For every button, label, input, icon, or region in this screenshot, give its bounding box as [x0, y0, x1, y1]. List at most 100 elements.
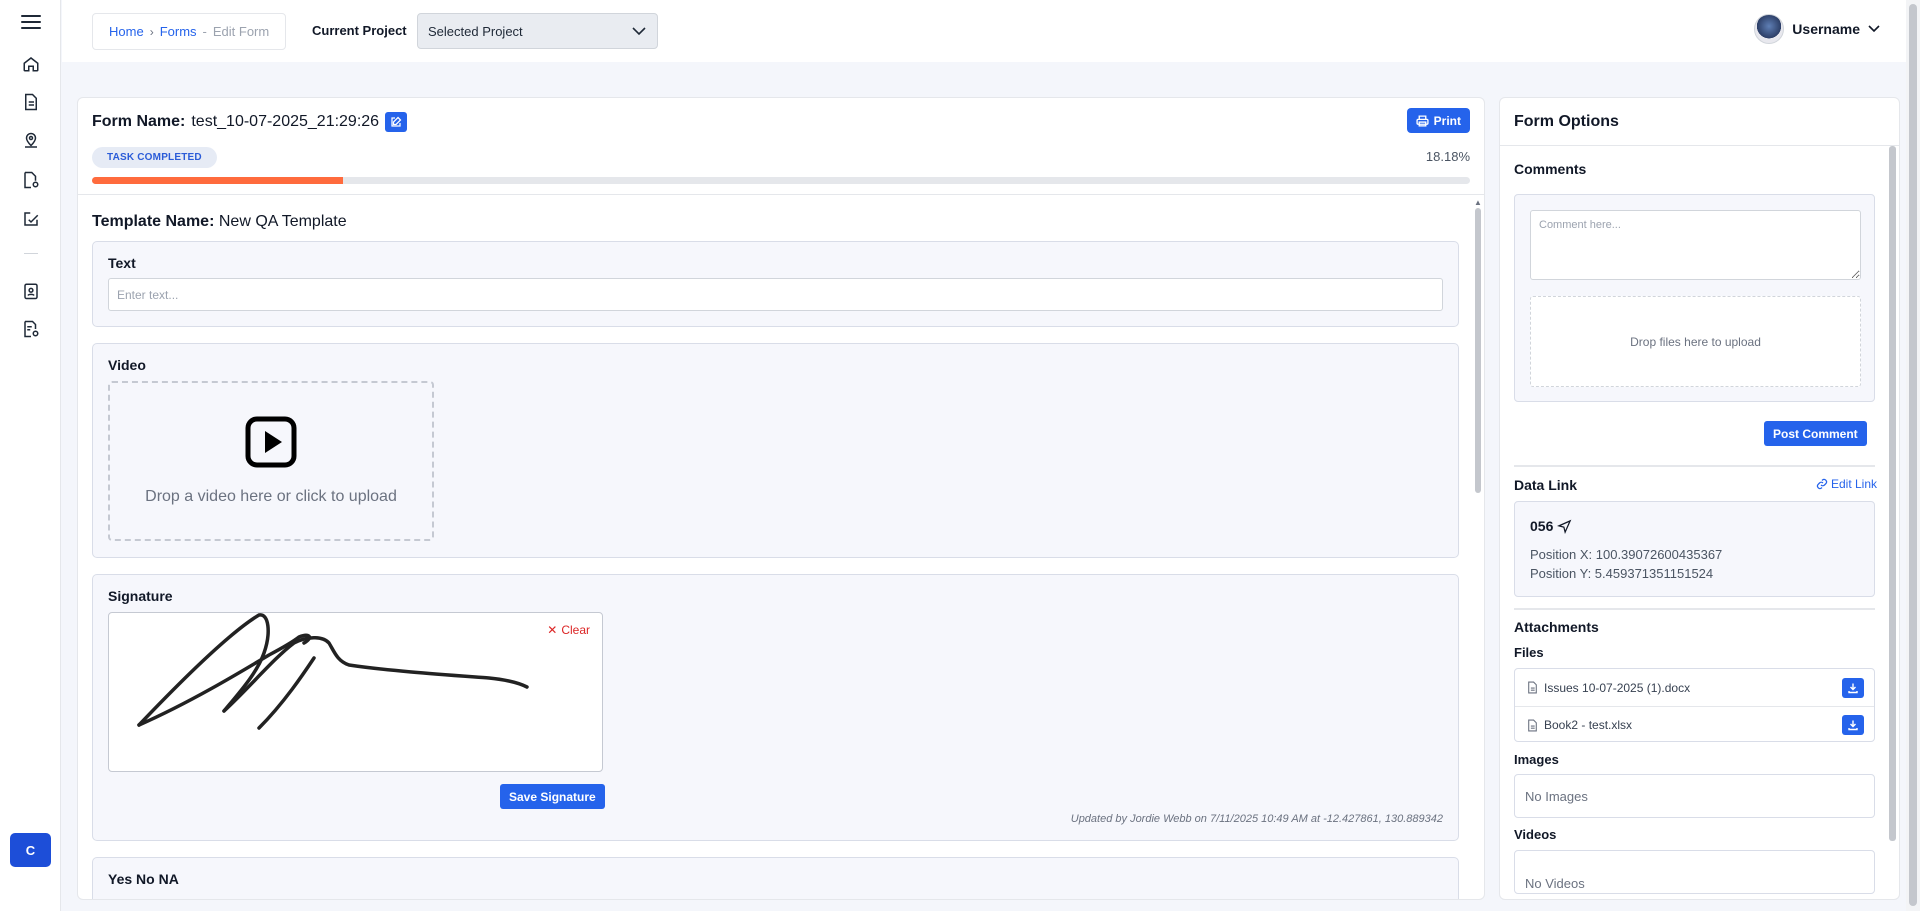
form-card: Form Name: test_10-07-2025_21:29:26 Prin…	[77, 97, 1485, 900]
document-icon[interactable]	[19, 90, 43, 114]
signature-updated-info: Updated by Jordie Webb on 7/11/2025 10:4…	[1070, 813, 1443, 825]
data-link-card: 056 Position X: 100.39072600435367 Posit…	[1514, 501, 1875, 597]
file-name: Book2 - test.xlsx	[1544, 718, 1633, 732]
signature-field-section: Signature ✕ Clear Save Signature Updated…	[92, 574, 1459, 841]
signature-pad[interactable]: ✕ Clear	[108, 612, 603, 772]
user-avatar	[1754, 14, 1785, 44]
template-name: Template Name: New QA Template	[92, 213, 347, 231]
printer-icon	[1416, 114, 1429, 127]
options-scrollbar-thumb[interactable]	[1889, 146, 1896, 841]
close-icon: ✕	[547, 623, 558, 637]
breadcrumb-current: Edit Form	[212, 24, 270, 39]
yes-no-na-label: Yes No NA	[108, 871, 179, 887]
progress-percent: 18.18%	[1425, 149, 1470, 164]
comment-file-dropzone[interactable]: Drop files here to upload	[1530, 296, 1861, 387]
card-divider	[78, 194, 1484, 195]
breadcrumb: Home › Forms - Edit Form	[92, 13, 287, 50]
download-icon	[1848, 683, 1858, 693]
status-badge: TASK COMPLETED	[92, 147, 217, 168]
data-link-id-text: 056	[1530, 518, 1554, 534]
comment-composer: Drop files here to upload	[1514, 194, 1875, 402]
yes-no-na-field-section: Yes No NA	[92, 857, 1459, 899]
user-menu[interactable]: Username	[1754, 14, 1880, 44]
edit-icon	[391, 116, 402, 127]
post-comment-button[interactable]: Post Comment	[1764, 421, 1867, 446]
images-heading: Images	[1514, 752, 1559, 767]
edit-link-label: Edit Link	[1830, 477, 1877, 491]
text-field-label: Text	[108, 255, 136, 271]
video-dropzone[interactable]: Drop a video here or click to upload	[108, 381, 434, 541]
template-name-label: Template Name:	[92, 213, 215, 230]
file-name: Issues 10-07-2025 (1).docx	[1544, 680, 1691, 695]
position-y: Position Y: 5.459371351151524	[1530, 566, 1714, 581]
edit-check-icon[interactable]	[19, 207, 43, 231]
chevron-right-icon: ›	[149, 24, 154, 39]
file-icon	[1528, 719, 1537, 731]
data-link-heading: Data Link	[1514, 477, 1578, 493]
video-field-label: Video	[108, 357, 146, 373]
clear-signature-button[interactable]: ✕ Clear	[547, 623, 590, 637]
current-project-label: Current Project	[312, 23, 407, 38]
map-pin-icon[interactable]	[19, 129, 43, 153]
progress-bar	[92, 177, 1470, 184]
print-button[interactable]: Print	[1406, 108, 1470, 133]
user-initial-avatar[interactable]: C	[10, 833, 51, 867]
attachments-heading: Attachments	[1514, 619, 1599, 635]
username: Username	[1792, 21, 1860, 37]
options-header-divider	[1500, 145, 1899, 146]
text-input[interactable]	[108, 278, 1443, 311]
file-icon	[1528, 681, 1537, 694]
edit-link-button[interactable]: Edit Link	[1816, 477, 1877, 491]
text-field-section: Text	[92, 241, 1459, 327]
download-file-button[interactable]	[1842, 715, 1864, 735]
form-name-label: Form Name:	[92, 113, 186, 130]
project-select-value: Selected Project	[428, 23, 523, 39]
template-name-value: New QA Template	[218, 213, 347, 230]
breadcrumb-home[interactable]: Home	[109, 24, 144, 39]
sidebar-divider	[24, 253, 38, 254]
scroll-up-arrow-icon[interactable]: ▲	[1474, 198, 1482, 207]
save-signature-button[interactable]: Save Signature	[500, 784, 605, 809]
hamburger-menu-icon[interactable]	[19, 10, 43, 34]
chevron-down-icon	[632, 27, 646, 36]
download-file-button[interactable]	[1842, 677, 1864, 698]
form-scrollbar[interactable]: ▲	[1474, 198, 1482, 898]
progress-bar-fill	[92, 177, 343, 184]
data-link-id: 056	[1530, 518, 1572, 534]
form-options-panel: Form Options Comments Drop files here to…	[1499, 97, 1900, 900]
files-heading: Files	[1514, 645, 1544, 660]
page-scrollbar-thumb[interactable]	[1909, 4, 1917, 906]
form-scrollbar-thumb[interactable]	[1475, 208, 1481, 493]
comments-heading: Comments	[1514, 161, 1587, 177]
clear-label: Clear	[561, 623, 590, 637]
edit-form-name-button[interactable]	[385, 112, 408, 132]
report-icon[interactable]	[19, 168, 43, 192]
options-scrollbar[interactable]	[1889, 146, 1896, 898]
breadcrumb-forms[interactable]: Forms	[160, 24, 197, 39]
settings-list-icon[interactable]	[19, 317, 43, 341]
navigate-icon[interactable]	[1557, 519, 1572, 534]
topbar: Home › Forms - Edit Form Current Project…	[62, 0, 1920, 62]
chevron-down-icon	[1868, 25, 1880, 33]
videos-empty-state: No Videos	[1514, 850, 1875, 894]
clipboard-user-icon[interactable]	[19, 279, 43, 303]
sidebar: C	[0, 0, 61, 911]
download-icon	[1848, 720, 1858, 731]
file-item: Issues 10-07-2025 (1).docx	[1515, 669, 1874, 706]
project-select[interactable]: Selected Project	[417, 13, 658, 49]
files-list: Issues 10-07-2025 (1).docx Book2 - test.…	[1514, 668, 1875, 742]
home-icon[interactable]	[19, 52, 43, 76]
images-empty-state: No Images	[1514, 774, 1875, 818]
video-drop-text: Drop a video here or click to upload	[145, 488, 397, 505]
form-name: Form Name: test_10-07-2025_21:29:26	[92, 112, 408, 132]
position-x: Position X: 100.39072600435367	[1530, 547, 1723, 562]
comment-input[interactable]	[1530, 210, 1861, 280]
play-video-icon	[245, 416, 297, 468]
section-divider	[1514, 608, 1875, 610]
page-scrollbar[interactable]	[1906, 0, 1920, 911]
videos-heading: Videos	[1514, 827, 1557, 842]
link-icon	[1816, 478, 1828, 490]
video-field-section: Video Drop a video here or click to uplo…	[92, 343, 1459, 558]
file-item: Book2 - test.xlsx	[1515, 706, 1874, 743]
form-options-title: Form Options	[1514, 113, 1619, 130]
